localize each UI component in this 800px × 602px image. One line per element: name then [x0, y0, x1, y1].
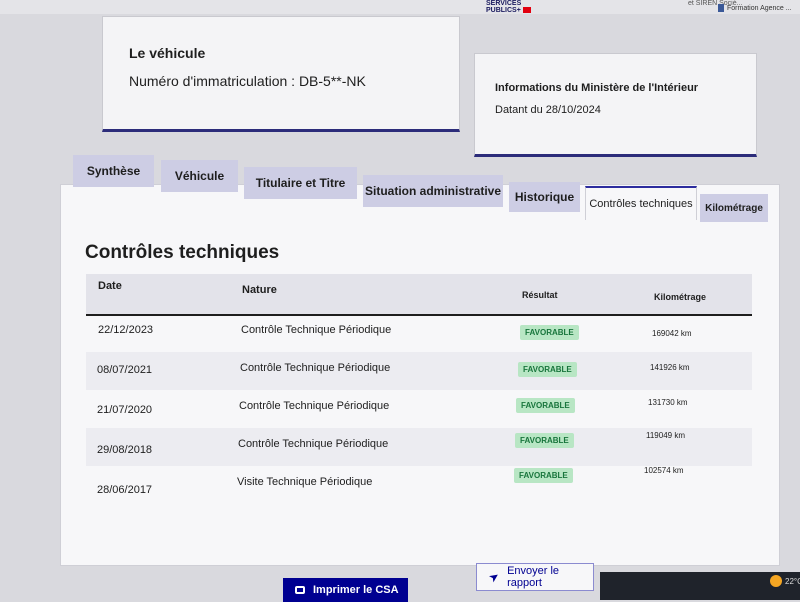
- row-mileage: 119049 km: [646, 431, 685, 440]
- table-row: 29/08/2018 Contrôle Technique Périodique…: [86, 428, 752, 466]
- printer-icon: [295, 586, 305, 594]
- browser-top-strip: [0, 0, 800, 14]
- table-row: 08/07/2021 Contrôle Technique Périodique…: [86, 352, 752, 390]
- vehicle-card-title: Le véhicule: [129, 45, 206, 61]
- tab-vehicule[interactable]: Véhicule: [161, 160, 238, 192]
- status-badge: FAVORABLE: [514, 468, 573, 483]
- tab-historique[interactable]: Historique: [509, 182, 580, 212]
- row-mileage: 141926 km: [650, 363, 690, 372]
- row-mileage: 102574 km: [644, 466, 684, 475]
- table-row: 22/12/2023 Contrôle Technique Périodique…: [86, 318, 752, 356]
- status-badge: FAVORABLE: [518, 362, 577, 377]
- tab-situation-administrative[interactable]: Situation administrative: [363, 175, 503, 207]
- status-badge: FAVORABLE: [516, 398, 575, 413]
- row-mileage: 131730 km: [648, 398, 688, 407]
- print-csa-button[interactable]: Imprimer le CSA: [283, 578, 408, 602]
- column-header-mileage: Kilométrage: [654, 292, 707, 302]
- row-nature: Contrôle Technique Périodique: [239, 400, 390, 412]
- section-title: Contrôles techniques: [85, 242, 280, 263]
- row-nature: Contrôle Technique Périodique: [240, 362, 391, 374]
- row-date: 21/07/2020: [97, 404, 153, 416]
- ministry-info-card: Informations du Ministère de l'Intérieur…: [474, 53, 757, 157]
- tab-synthese[interactable]: Synthèse: [73, 155, 154, 187]
- column-header-result: Résultat: [522, 290, 558, 300]
- status-badge: FAVORABLE: [520, 325, 579, 340]
- weather-icon[interactable]: [770, 575, 782, 587]
- status-badge: FAVORABLE: [515, 433, 574, 448]
- temperature-readout: 22°C: [785, 577, 800, 586]
- registration-number: Numéro d'immatriculation : DB-5**-NK: [129, 73, 366, 89]
- send-icon: ➤: [485, 568, 503, 586]
- row-nature: Visite Technique Périodique: [237, 476, 373, 488]
- send-report-button[interactable]: ➤ Envoyer le rapport: [476, 563, 594, 591]
- ministry-card-title: Informations du Ministère de l'Intérieur: [495, 82, 699, 94]
- services-publics-logo: SERVICES PUBLICS+: [486, 0, 531, 14]
- table-row: 21/07/2020 Contrôle Technique Périodique…: [86, 390, 752, 428]
- tab-kilometrage[interactable]: Kilométrage: [700, 194, 768, 222]
- row-mileage: 169042 km: [652, 329, 692, 338]
- column-header-nature: Nature: [242, 284, 277, 296]
- logo-text-line-2: PUBLICS+: [486, 7, 531, 14]
- bookmark-formation-agence[interactable]: Formation Agence ...: [718, 4, 792, 12]
- tab-controles-techniques[interactable]: Contrôles techniques: [585, 186, 697, 220]
- ministry-info-date: Datant du 28/10/2024: [495, 104, 601, 116]
- row-date: 29/08/2018: [97, 444, 153, 456]
- column-header-date: Date: [98, 280, 122, 292]
- vehicle-card: Le véhicule Numéro d'immatriculation : D…: [102, 16, 460, 132]
- row-date: 22/12/2023: [98, 324, 154, 336]
- document-icon: [718, 4, 724, 12]
- logo-text-line-1: SERVICES: [486, 0, 522, 7]
- print-button-label: Imprimer le CSA: [313, 584, 399, 596]
- row-date: 28/06/2017: [97, 484, 153, 496]
- system-taskbar: [600, 572, 800, 600]
- table-row: 28/06/2017 Visite Technique Périodique F…: [86, 466, 752, 504]
- row-date: 08/07/2021: [97, 364, 153, 376]
- row-nature: Contrôle Technique Périodique: [238, 438, 389, 450]
- table-header: Date Nature Résultat Kilométrage: [86, 274, 752, 316]
- flag-icon: [522, 7, 531, 14]
- send-report-label: Envoyer le rapport: [507, 565, 560, 589]
- row-nature: Contrôle Technique Périodique: [241, 324, 392, 336]
- tab-titulaire-et-titre[interactable]: Titulaire et Titre: [244, 167, 357, 199]
